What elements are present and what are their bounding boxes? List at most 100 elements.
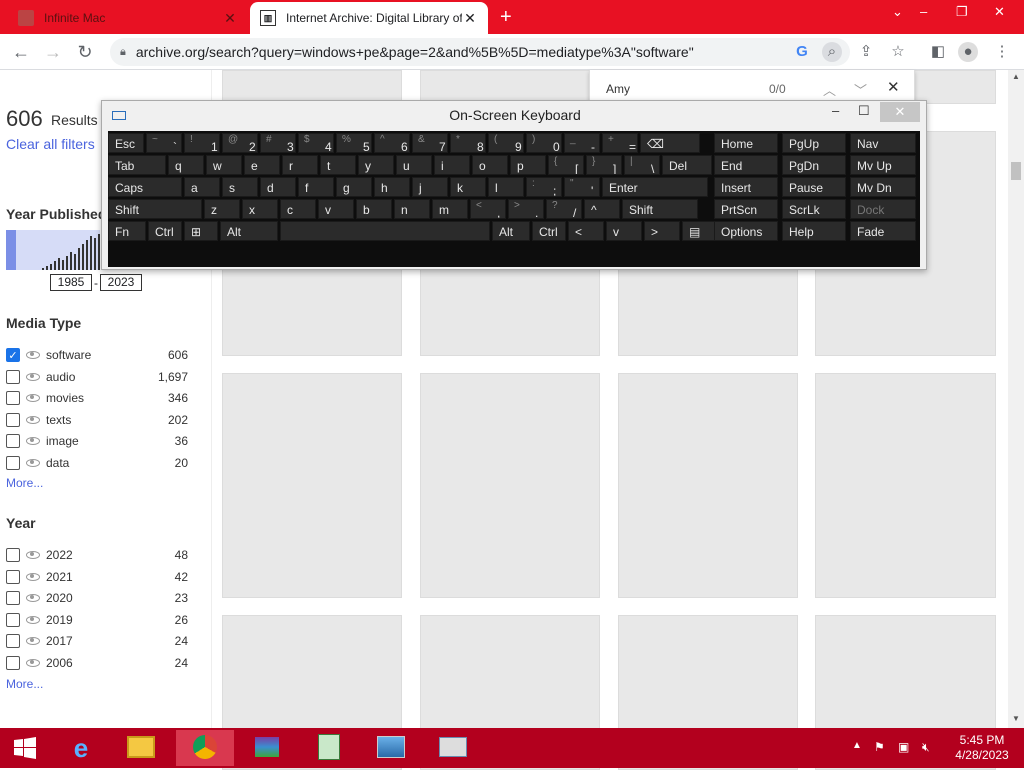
- facet-checkbox[interactable]: [6, 634, 20, 649]
- menu-kebab-icon[interactable]: ⋮: [992, 42, 1012, 62]
- osk-key[interactable]: t: [320, 155, 356, 175]
- histogram-handle[interactable]: [6, 230, 16, 270]
- facet-row-data[interactable]: data 20: [6, 454, 188, 472]
- facet-checkbox[interactable]: [6, 612, 20, 627]
- osk-key[interactable]: o: [472, 155, 508, 175]
- osk-key[interactable]: m: [432, 199, 468, 219]
- osk-nav-key[interactable]: Fade: [850, 221, 916, 241]
- osk-key[interactable]: Alt: [492, 221, 530, 241]
- osk-key[interactable]: [280, 221, 490, 241]
- osk-key[interactable]: _ -: [564, 133, 600, 153]
- osk-key[interactable]: l: [488, 177, 524, 197]
- side-panel-icon[interactable]: ◧: [928, 42, 948, 62]
- osk-key[interactable]: ^ 6: [374, 133, 410, 153]
- find-input[interactable]: Amy: [606, 82, 630, 96]
- osk-key[interactable]: n: [394, 199, 430, 219]
- eye-icon[interactable]: [26, 637, 40, 646]
- osk-key[interactable]: }]: [586, 155, 622, 175]
- eye-icon[interactable]: [26, 351, 40, 359]
- osk-key[interactable]: #3: [260, 133, 296, 153]
- osk-key[interactable]: ▤: [682, 221, 718, 241]
- osk-key[interactable]: j: [412, 177, 448, 197]
- tab-search-icon[interactable]: ⌄: [892, 4, 903, 20]
- year-more-link[interactable]: More...: [6, 677, 43, 691]
- osk-nav-key[interactable]: Dock: [850, 199, 916, 219]
- osk-nav-key[interactable]: PgDn: [782, 155, 846, 175]
- osk-key[interactable]: >: [644, 221, 680, 241]
- osk-key[interactable]: Esc: [108, 133, 144, 153]
- minimize-icon[interactable]: –: [920, 4, 927, 19]
- osk-key[interactable]: i: [434, 155, 470, 175]
- result-card-placeholder[interactable]: [420, 373, 600, 598]
- osk-nav-key[interactable]: PrtScn: [714, 199, 778, 219]
- osk-key[interactable]: Ctrl: [532, 221, 566, 241]
- taskbar-chrome[interactable]: [176, 730, 234, 766]
- osk-key[interactable]: ? /: [546, 199, 582, 219]
- osk-key[interactable]: h: [374, 177, 410, 197]
- taskbar-clock[interactable]: 5:45 PM 4/28/2023: [948, 733, 1016, 763]
- facet-row-2019[interactable]: 2019 26: [6, 611, 188, 629]
- osk-close-icon[interactable]: ✕: [880, 102, 920, 122]
- facet-row-2006[interactable]: 2006 24: [6, 654, 188, 672]
- close-tab-icon[interactable]: ✕: [462, 10, 478, 27]
- osk-key[interactable]: + =: [602, 133, 638, 153]
- osk-key[interactable]: g: [336, 177, 372, 197]
- facet-row-2020[interactable]: 2020 23: [6, 589, 188, 607]
- taskbar-internet-explorer[interactable]: e: [52, 730, 110, 766]
- osk-key[interactable]: Fn: [108, 221, 146, 241]
- osk-key[interactable]: ⌫: [640, 133, 700, 153]
- tab-internet-archive[interactable]: ▥ Internet Archive: Digital Library of ✕: [250, 2, 488, 34]
- forward-icon[interactable]: →: [42, 41, 64, 63]
- osk-nav-key[interactable]: Mv Dn: [850, 177, 916, 197]
- profile-avatar-icon[interactable]: ●: [958, 42, 978, 62]
- action-center-flag-icon[interactable]: ⚑: [874, 740, 885, 754]
- back-icon[interactable]: ←: [10, 41, 32, 63]
- facet-checkbox[interactable]: [6, 591, 20, 606]
- osk-key[interactable]: Caps: [108, 177, 182, 197]
- taskbar-notepad-editor[interactable]: [300, 730, 358, 766]
- osk-key[interactable]: {[: [548, 155, 584, 175]
- osk-key[interactable]: ⊞: [184, 221, 218, 241]
- osk-key[interactable]: <: [568, 221, 604, 241]
- media-more-link[interactable]: More...: [6, 476, 43, 490]
- eye-icon[interactable]: [26, 437, 40, 446]
- osk-key[interactable]: " ': [564, 177, 600, 197]
- year-from-input[interactable]: 1985: [50, 274, 92, 291]
- facet-row-texts[interactable]: texts 202: [6, 411, 188, 429]
- osk-key[interactable]: Enter: [602, 177, 708, 197]
- osk-key[interactable]: c: [280, 199, 316, 219]
- osk-key[interactable]: v: [318, 199, 354, 219]
- network-icon[interactable]: ▣: [898, 740, 909, 754]
- osk-key[interactable]: ^: [584, 199, 620, 219]
- osk-key[interactable]: q: [168, 155, 204, 175]
- osk-key[interactable]: @2: [222, 133, 258, 153]
- start-button[interactable]: [0, 730, 50, 766]
- osk-key[interactable]: Shift: [108, 199, 202, 219]
- facet-checkbox[interactable]: [6, 456, 20, 470]
- facet-row-movies[interactable]: movies 346: [6, 389, 188, 407]
- facet-checkbox[interactable]: [6, 569, 20, 584]
- scrollbar-thumb[interactable]: [1011, 162, 1021, 180]
- osk-key[interactable]: Del: [662, 155, 712, 175]
- volume-muted-icon[interactable]: 🔇︎: [922, 740, 930, 755]
- eye-icon[interactable]: [26, 459, 40, 467]
- restore-icon[interactable]: ❐: [956, 4, 968, 20]
- facet-checkbox[interactable]: [6, 391, 20, 406]
- show-hidden-icons-icon[interactable]: ▲: [852, 740, 862, 751]
- osk-key[interactable]: u: [396, 155, 432, 175]
- facet-row-2022[interactable]: 2022 48: [6, 546, 188, 564]
- osk-key[interactable]: b: [356, 199, 392, 219]
- bookmark-star-icon[interactable]: ☆: [888, 42, 908, 62]
- osk-key[interactable]: Alt: [220, 221, 278, 241]
- osk-nav-key[interactable]: Nav: [850, 133, 916, 153]
- facet-checkbox[interactable]: [6, 434, 20, 449]
- clear-all-filters-link[interactable]: Clear all filters: [6, 136, 95, 152]
- facet-row-2021[interactable]: 2021 42: [6, 568, 188, 586]
- osk-key[interactable]: * 8: [450, 133, 486, 153]
- scroll-up-arrow-icon[interactable]: ▲: [1012, 72, 1020, 81]
- osk-key[interactable]: Ctrl: [148, 221, 182, 241]
- osk-key[interactable]: v: [606, 221, 642, 241]
- osk-key[interactable]: | \: [624, 155, 660, 175]
- osk-key[interactable]: Shift: [622, 199, 698, 219]
- year-to-input[interactable]: 2023: [100, 274, 142, 291]
